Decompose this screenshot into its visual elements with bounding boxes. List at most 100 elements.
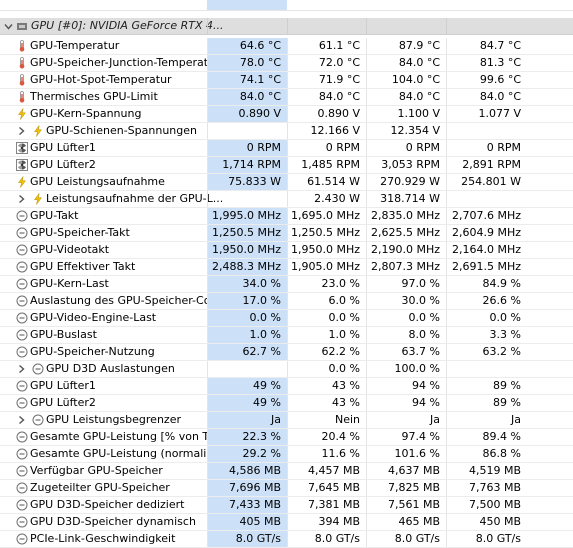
current-value: 29.2 % <box>207 446 287 462</box>
clock-icon <box>32 363 44 375</box>
sensor-row[interactable]: GPU D3D Auslastungen 0.0 % 100.0 % <box>0 361 573 378</box>
sensor-row[interactable]: GPU-Temperatur 64.6 °C 61.1 °C 87.9 °C 84.7 … <box>0 38 573 55</box>
chevron-right-icon[interactable] <box>17 364 26 374</box>
current-value: 17.0 % <box>207 293 287 309</box>
min-value: 11.6 % <box>287 446 366 462</box>
sensor-row[interactable]: Auslastung des GPU-Speicher-Co... 17.0 % 6… <box>0 293 573 310</box>
sensor-row[interactable]: Thermisches GPU-Limit 84.0 °C 84.0 °C 84.0 … <box>0 89 573 106</box>
max-value: 2,835.0 MHz <box>366 208 446 224</box>
avg-value: 3.3 % <box>446 327 527 343</box>
max-value: 8.0 % <box>366 327 446 343</box>
chevron-right-icon[interactable] <box>17 194 26 204</box>
clock-icon <box>16 278 28 290</box>
max-value: 318.714 W <box>366 191 446 207</box>
max-value: 30.0 % <box>366 293 446 309</box>
sensor-row[interactable]: Zugeteilter GPU-Speicher 7,696 MB 7,645 MB… <box>0 480 573 497</box>
clock-icon <box>16 346 28 358</box>
sensor-row[interactable]: GPU Lüfter2 49 % 43 % 94 % 89 % <box>0 395 573 412</box>
clock-icon <box>16 261 28 273</box>
sensor-row[interactable]: GPU-Video-Engine-Last 0.0 % 0.0 % 0.0 % 0.0 … <box>0 310 573 327</box>
sensor-table: GPU [#0]: NVIDIA GeForce RTX 4... GPU-Te… <box>0 0 573 548</box>
sensor-label: GPU D3D Auslastungen <box>46 362 175 375</box>
sensor-row[interactable]: GPU-Speicher-Nutzung 62.7 % 62.2 % 63.7 % 63… <box>0 344 573 361</box>
avg-value: 26.6 % <box>446 293 527 309</box>
min-value: 62.2 % <box>287 344 366 360</box>
fan-icon <box>16 142 28 154</box>
avg-value: 86.8 % <box>446 446 527 462</box>
sensor-row[interactable]: GPU-Videotakt 1,950.0 MHz 1,950.0 MHz 2,190… <box>0 242 573 259</box>
fan-icon <box>16 159 28 171</box>
chevron-right-icon[interactable] <box>17 415 26 425</box>
sensor-label: GPU-Speicher-Nutzung <box>30 345 155 358</box>
gpu-chip-icon <box>17 23 27 30</box>
current-value: 64.6 °C <box>207 38 287 54</box>
max-value: 2,625.5 MHz <box>366 225 446 241</box>
sensor-row[interactable]: GPU-Schienen-Spannungen 12.166 V 12.354 V <box>0 123 573 140</box>
avg-value: 7,500 MB <box>446 497 527 513</box>
lightning-icon <box>17 176 27 188</box>
max-value: 0 RPM <box>366 140 446 156</box>
min-value: 0.0 % <box>287 361 366 377</box>
min-value: 61.514 W <box>287 174 366 190</box>
min-value: 20.4 % <box>287 429 366 445</box>
min-value: 0.0 % <box>287 310 366 326</box>
sensor-row[interactable]: PCIe-Link-Geschwindigkeit 8.0 GT/s 8.0 GT/… <box>0 531 573 548</box>
gpu-group-header[interactable]: GPU [#0]: NVIDIA GeForce RTX 4... <box>0 18 573 35</box>
sensor-row[interactable]: GPU-Takt 1,995.0 MHz 1,695.0 MHz 2,835.0 MH… <box>0 208 573 225</box>
sensor-row[interactable]: GPU Lüfter1 49 % 43 % 94 % 89 % <box>0 378 573 395</box>
avg-value: 84.0 °C <box>446 89 527 105</box>
min-value: 43 % <box>287 395 366 411</box>
sensor-row[interactable]: GPU-Speicher-Takt 1,250.5 MHz 1,250.5 MHz 2… <box>0 225 573 242</box>
sensor-label: Thermisches GPU-Limit <box>30 90 158 103</box>
thermometer-icon <box>19 57 25 69</box>
current-value <box>207 123 287 139</box>
sensor-row[interactable]: GPU-Kern-Last 34.0 % 23.0 % 97.0 % 84.9 % <box>0 276 573 293</box>
sensor-row[interactable]: GPU-Kern-Spannung 0.890 V 0.890 V 1.100 V 1.… <box>0 106 573 123</box>
avg-value: 1.077 V <box>446 106 527 122</box>
sensor-row[interactable]: GPU Lüfter1 0 RPM 0 RPM 0 RPM 0 RPM <box>0 140 573 157</box>
sensor-row[interactable]: Verfügbar GPU-Speicher 4,586 MB 4,457 MB 4,… <box>0 463 573 480</box>
sensor-row[interactable]: GPU D3D-Speicher dediziert 7,433 MB 7,381 … <box>0 497 573 514</box>
sensor-label: Gesamte GPU-Leistung (normalisi... <box>30 447 226 460</box>
min-value: 8.0 GT/s <box>287 531 366 547</box>
clock-icon <box>16 431 28 443</box>
current-value: Ja <box>207 412 287 428</box>
avg-value: 2,691.5 MHz <box>446 259 527 275</box>
sensor-row[interactable]: GPU Effektiver Takt 2,488.3 MHz 1,905.0 MH… <box>0 259 573 276</box>
sensor-row[interactable]: GPU Leistungsaufnahme 75.833 W 61.514 W 270… <box>0 174 573 191</box>
min-value: 0 RPM <box>287 140 366 156</box>
max-value: 8.0 GT/s <box>366 531 446 547</box>
chevron-right-icon[interactable] <box>17 126 26 136</box>
sensor-row[interactable]: GPU-Hot-Spot-Temperatur 74.1 °C 71.9 °C 104… <box>0 72 573 89</box>
sensor-row[interactable]: GPU Lüfter2 1,714 RPM 1,485 RPM 3,053 RPM 2,… <box>0 157 573 174</box>
max-value: 465 MB <box>366 514 446 530</box>
min-value: 23.0 % <box>287 276 366 292</box>
current-value: 405 MB <box>207 514 287 530</box>
sensor-row[interactable]: Leistungsaufnahme der GPU-L... 2.430 W 318… <box>0 191 573 208</box>
sensor-row[interactable]: GPU Leistungsbegrenzer Ja Nein Ja Ja <box>0 412 573 429</box>
chevron-down-icon[interactable] <box>4 22 13 32</box>
avg-value: 84.7 °C <box>446 38 527 54</box>
sensor-row[interactable]: GPU-Speicher-Junction-Temperatur 78.0 °C 7… <box>0 55 573 72</box>
current-value: 0.890 V <box>207 106 287 122</box>
current-value: 62.7 % <box>207 344 287 360</box>
min-value: 84.0 °C <box>287 89 366 105</box>
avg-value: 2,604.9 MHz <box>446 225 527 241</box>
clock-icon <box>16 465 28 477</box>
sensor-row[interactable]: GPU-Buslast 1.0 % 1.0 % 8.0 % 3.3 % <box>0 327 573 344</box>
clock-icon <box>16 329 28 341</box>
max-value: 84.0 °C <box>366 55 446 71</box>
sensor-row[interactable]: GPU D3D-Speicher dynamisch 405 MB 394 MB 46… <box>0 514 573 531</box>
min-value: 7,645 MB <box>287 480 366 496</box>
header-max-cell <box>366 18 446 34</box>
clock-icon <box>16 397 28 409</box>
sensor-label: GPU-Takt <box>30 209 79 222</box>
sensor-row[interactable]: Gesamte GPU-Leistung [% von T... 22.3 % 20… <box>0 429 573 446</box>
max-value: 1.100 V <box>366 106 446 122</box>
sensor-row[interactable]: Gesamte GPU-Leistung (normalisi... 29.2 %… <box>0 446 573 463</box>
current-column-header[interactable] <box>207 0 287 10</box>
min-value: 43 % <box>287 378 366 394</box>
sensor-label: PCIe-Link-Geschwindigkeit <box>30 532 176 545</box>
sensor-label: GPU-Buslast <box>30 328 97 341</box>
max-value: 87.9 °C <box>366 38 446 54</box>
